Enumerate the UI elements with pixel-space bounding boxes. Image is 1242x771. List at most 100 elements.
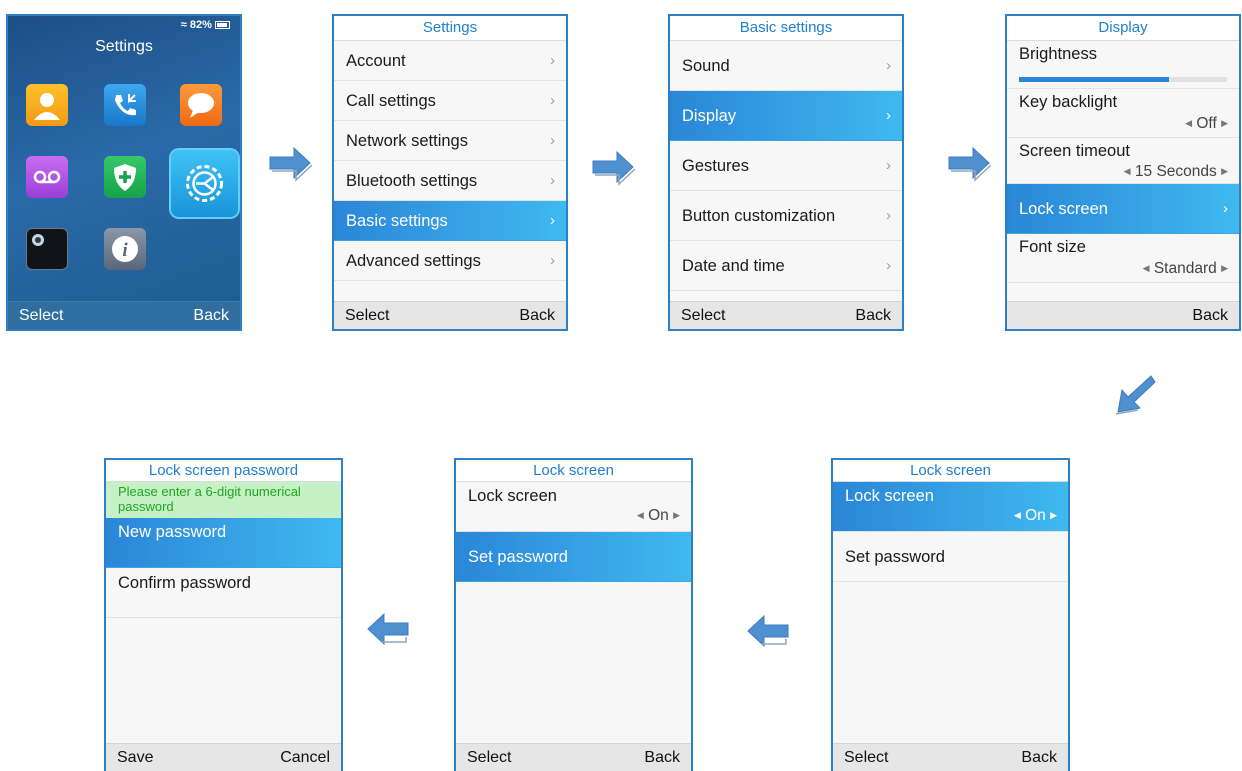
- menu-item-call-settings[interactable]: Call settings ›: [334, 81, 566, 121]
- confirm-password-field[interactable]: Confirm password: [106, 568, 341, 618]
- caret-left-icon: ◀: [1123, 166, 1131, 176]
- back-softkey[interactable]: Back: [644, 749, 680, 767]
- messages-icon[interactable]: [180, 84, 222, 126]
- brightness-label: Brightness: [1019, 45, 1097, 63]
- caret-right-icon: ▶: [1221, 166, 1228, 176]
- contacts-icon[interactable]: [26, 84, 68, 126]
- softkey-bar: Back: [1007, 301, 1239, 329]
- lock-screen-toggle-item[interactable]: Lock screen ◀ On ▶: [456, 482, 691, 532]
- screen-timeout-item[interactable]: Screen timeout ◀ 15 Seconds ▶: [1007, 138, 1239, 184]
- menu-item-button-customization[interactable]: Button customization ›: [670, 191, 902, 241]
- brightness-slider[interactable]: [1019, 77, 1227, 82]
- chevron-right-icon: ›: [550, 52, 555, 69]
- softkey-bar: Select Back: [670, 301, 902, 329]
- voicemail-icon[interactable]: [26, 156, 68, 198]
- menu-item-display[interactable]: Display ›: [670, 91, 902, 141]
- caret-left-icon: ◀: [1185, 118, 1193, 128]
- key-backlight-value: Off: [1196, 115, 1217, 132]
- softkey-bar: Select Back: [334, 301, 566, 329]
- home-screen: ≈ 82% Settings i Select Back: [6, 14, 242, 331]
- menu-item-set-password[interactable]: Set password: [456, 532, 691, 582]
- lock-screen-set-password-screen: Lock screen Lock screen ◀ On ▶ Set passw…: [454, 458, 693, 771]
- settings-screen: Settings Account › Call settings › Network…: [332, 14, 568, 331]
- softkey-bar: Select Back: [833, 743, 1068, 771]
- screen-title: Basic settings: [670, 16, 902, 41]
- info-icon[interactable]: i: [104, 228, 146, 270]
- softkey-bar: Select Back: [8, 301, 240, 329]
- chevron-right-icon: ›: [550, 172, 555, 189]
- menu-item-network-settings[interactable]: Network settings ›: [334, 121, 566, 161]
- menu-item-lock-screen[interactable]: Lock screen ›: [1007, 184, 1239, 234]
- select-softkey[interactable]: Select: [467, 749, 511, 767]
- cancel-softkey[interactable]: Cancel: [280, 749, 330, 767]
- back-softkey[interactable]: Back: [1192, 307, 1228, 325]
- camera-icon[interactable]: [26, 228, 68, 270]
- status-bar: ≈ 82%: [181, 19, 230, 31]
- lock-screen-label: Lock screen: [845, 487, 934, 505]
- font-size-item[interactable]: Font size ◀ Standard ▶: [1007, 234, 1239, 283]
- call-history-icon[interactable]: [104, 84, 146, 126]
- caret-right-icon: ▶: [673, 510, 680, 520]
- softkey-bar: Save Cancel: [106, 743, 341, 771]
- battery-icon: [215, 21, 230, 29]
- back-softkey[interactable]: Back: [855, 307, 891, 325]
- right-arrow-icon: [592, 150, 635, 186]
- caret-right-icon: ▶: [1221, 263, 1228, 273]
- lock-screen-screen: Lock screen Lock screen ◀ On ▶ Set passw…: [831, 458, 1070, 771]
- new-password-field[interactable]: New password: [106, 518, 341, 568]
- screen-title: Lock screen: [456, 460, 691, 482]
- settings-gear-icon[interactable]: [171, 150, 238, 217]
- chevron-right-icon: ›: [886, 257, 891, 274]
- caret-right-icon: ▶: [1050, 510, 1057, 520]
- security-icon[interactable]: [104, 156, 146, 198]
- menu-item-gestures[interactable]: Gestures ›: [670, 141, 902, 191]
- left-arrow-icon: [367, 612, 409, 646]
- chevron-right-icon: ›: [886, 157, 891, 174]
- brightness-item[interactable]: Brightness: [1007, 41, 1239, 89]
- lock-screen-password-screen: Lock screen password Please enter a 6-di…: [104, 458, 343, 771]
- chevron-right-icon: ›: [550, 132, 555, 149]
- screen-title: Display: [1007, 16, 1239, 41]
- chevron-right-icon: ›: [886, 57, 891, 74]
- screen-title: Lock screen password: [106, 460, 341, 482]
- svg-text:i: i: [122, 240, 128, 261]
- back-softkey[interactable]: Back: [1021, 749, 1057, 767]
- softkey-bar: Select Back: [456, 743, 691, 771]
- chevron-right-icon: ›: [1223, 200, 1228, 217]
- chevron-right-icon: ›: [886, 207, 891, 224]
- lock-screen-value: On: [648, 507, 669, 524]
- back-softkey[interactable]: Back: [193, 307, 229, 325]
- font-size-label: Font size: [1019, 238, 1086, 256]
- menu-item-sound[interactable]: Sound ›: [670, 41, 902, 91]
- lock-screen-toggle-item[interactable]: Lock screen ◀ On ▶: [833, 482, 1068, 532]
- lock-screen-label: Lock screen: [468, 487, 557, 505]
- menu-item-basic-settings[interactable]: Basic settings ›: [334, 201, 566, 241]
- menu-item-bluetooth-settings[interactable]: Bluetooth settings ›: [334, 161, 566, 201]
- caret-left-icon: ◀: [1142, 263, 1150, 273]
- back-softkey[interactable]: Back: [519, 307, 555, 325]
- menu-item-advanced-settings[interactable]: Advanced settings ›: [334, 241, 566, 281]
- select-softkey[interactable]: Select: [844, 749, 888, 767]
- key-backlight-item[interactable]: Key backlight ◀ Off ▶: [1007, 89, 1239, 138]
- caret-right-icon: ▶: [1221, 118, 1228, 128]
- caret-left-icon: ◀: [1013, 510, 1021, 520]
- right-arrow-icon: [269, 146, 312, 182]
- basic-settings-screen: Basic settings Sound › Display › Gestures ›…: [668, 14, 904, 331]
- screen-title: Settings: [334, 16, 566, 41]
- menu-item-set-password[interactable]: Set password: [833, 532, 1068, 582]
- select-softkey[interactable]: Select: [681, 307, 725, 325]
- chevron-right-icon: ›: [550, 212, 555, 229]
- select-softkey[interactable]: Select: [19, 307, 63, 325]
- left-arrow-icon: [747, 614, 789, 648]
- lock-screen-value: On: [1025, 507, 1046, 524]
- chevron-right-icon: ›: [886, 107, 891, 124]
- screen-timeout-value: 15 Seconds: [1134, 163, 1217, 180]
- chevron-right-icon: ›: [550, 92, 555, 109]
- save-softkey[interactable]: Save: [117, 749, 153, 767]
- menu-item-date-and-time[interactable]: Date and time ›: [670, 241, 902, 291]
- caret-left-icon: ◀: [636, 510, 644, 520]
- brightness-fill: [1019, 77, 1169, 82]
- menu-item-account[interactable]: Account ›: [334, 41, 566, 81]
- home-title: Settings: [95, 38, 153, 55]
- select-softkey[interactable]: Select: [345, 307, 389, 325]
